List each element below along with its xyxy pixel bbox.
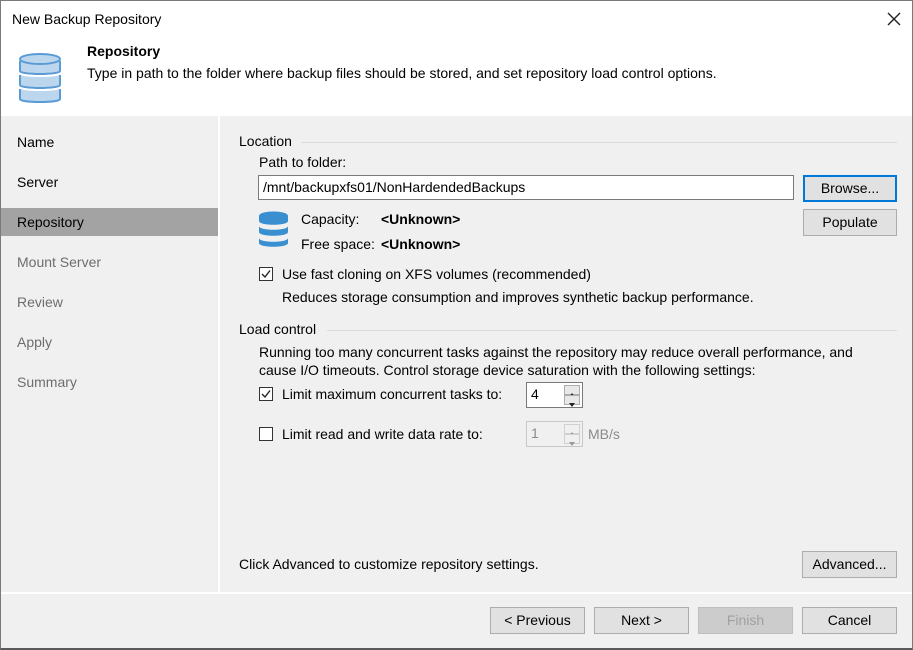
step-repository[interactable]: Repository [1, 208, 218, 236]
capacity-label: Capacity: [301, 211, 360, 227]
data-rate-checkbox[interactable] [259, 427, 273, 441]
data-rate-label[interactable]: Limit read and write data rate to: [282, 426, 483, 442]
data-rate-decrement [564, 434, 580, 446]
wizard-steps: Name Server Repository Mount Server Revi… [1, 116, 218, 592]
max-tasks-decrement[interactable] [564, 395, 580, 407]
database-icon [17, 51, 63, 107]
step-description: Type in path to the folder where backup … [87, 65, 717, 81]
advanced-hint: Click Advanced to customize repository s… [239, 556, 539, 572]
footer-divider [1, 592, 912, 594]
max-tasks-checkbox[interactable] [259, 387, 273, 401]
populate-button[interactable]: Populate [803, 209, 897, 236]
storage-icon [258, 211, 289, 249]
data-rate-increment [564, 424, 580, 436]
location-group-label: Location [239, 133, 292, 149]
max-tasks-value[interactable]: 4 [531, 386, 539, 402]
browse-button[interactable]: Browse... [803, 175, 897, 202]
sidebar-divider [218, 116, 220, 592]
step-review: Review [17, 294, 63, 310]
step-apply: Apply [17, 334, 53, 350]
data-rate-value: 1 [531, 425, 539, 441]
free-space-label: Free space: [301, 236, 375, 252]
fast-cloning-label[interactable]: Use fast cloning on XFS volumes (recomme… [282, 266, 591, 282]
max-tasks-increment[interactable] [564, 385, 580, 397]
capacity-value: <Unknown> [381, 211, 461, 227]
max-tasks-stepper[interactable]: 4 [526, 382, 583, 408]
window-title: New Backup Repository [12, 11, 162, 27]
fast-cloning-checkbox[interactable] [259, 267, 273, 281]
next-button[interactable]: Next > [594, 607, 689, 634]
load-control-group-label: Load control [239, 321, 317, 337]
wizard-header: New Backup Repository Repository Type in… [1, 1, 912, 116]
load-control-description-1: Running too many concurrent tasks agains… [259, 344, 853, 360]
step-mount-server: Mount Server [17, 254, 102, 270]
load-control-description-2: cause I/O timeouts. Control storage devi… [259, 362, 756, 378]
close-icon[interactable] [885, 10, 903, 28]
data-rate-unit: MB/s [588, 426, 620, 442]
previous-button[interactable]: < Previous [490, 607, 585, 634]
step-heading: Repository [87, 43, 161, 59]
max-tasks-label[interactable]: Limit maximum concurrent tasks to: [282, 386, 502, 402]
location-group-line [301, 142, 897, 143]
step-server[interactable]: Server [1, 168, 218, 196]
path-input[interactable]: /mnt/backupxfs01/NonHardendedBackups [258, 175, 794, 200]
new-backup-repository-dialog: New Backup Repository Repository Type in… [0, 0, 913, 650]
data-rate-stepper: 1 [526, 421, 583, 447]
load-control-group-line [327, 330, 897, 331]
finish-button: Finish [698, 607, 793, 634]
free-space-value: <Unknown> [381, 236, 461, 252]
cancel-button[interactable]: Cancel [802, 607, 897, 634]
path-label: Path to folder: [259, 154, 347, 170]
step-summary: Summary [17, 374, 77, 390]
fast-cloning-hint: Reduces storage consumption and improves… [282, 289, 754, 305]
step-name[interactable]: Name [1, 128, 218, 156]
advanced-button[interactable]: Advanced... [802, 551, 897, 578]
